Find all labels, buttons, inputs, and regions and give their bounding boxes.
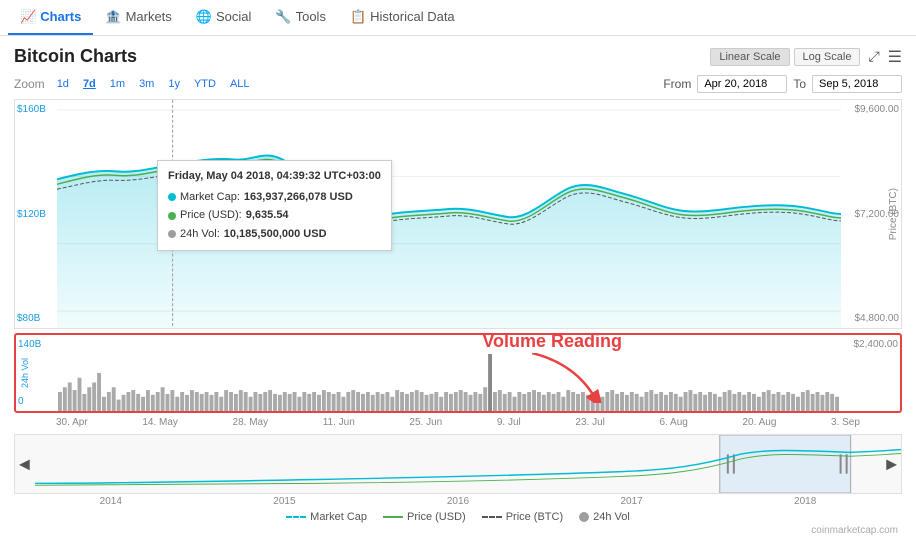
expand-icon[interactable]: ⤢ bbox=[868, 48, 879, 65]
to-date-input[interactable] bbox=[812, 75, 902, 93]
zoom-7d[interactable]: 7d bbox=[77, 76, 102, 92]
to-label: To bbox=[793, 77, 806, 91]
mini-chart[interactable]: ◀ ▶ bbox=[14, 434, 902, 494]
mini-xaxis-2018: 2018 bbox=[794, 496, 816, 507]
legend-price-usd-label: Price (USD) bbox=[407, 511, 466, 523]
vol-canvas bbox=[58, 335, 840, 411]
credit: coinmarketcap.com bbox=[14, 525, 902, 536]
tooltip-title: Friday, May 04 2018, 04:39:32 UTC+03:00 bbox=[168, 167, 381, 186]
mini-xaxis-2014: 2014 bbox=[100, 496, 122, 507]
vol-label: 24h Vol bbox=[20, 358, 30, 388]
legend-price-btc-label: Price (BTC) bbox=[506, 511, 563, 523]
page-title: Bitcoin Charts bbox=[14, 46, 137, 67]
xaxis-8: 20. Aug bbox=[742, 417, 776, 428]
xaxis-4: 25. Jun bbox=[409, 417, 442, 428]
zoom-controls: Zoom 1d 7d 1m 3m 1y YTD ALL bbox=[14, 76, 256, 92]
tooltip-market-cap-value: 163,937,266,078 USD bbox=[244, 188, 353, 207]
yaxis-left-mid: $120B bbox=[17, 209, 55, 220]
log-scale-button[interactable]: Log Scale bbox=[794, 48, 861, 66]
yaxis-left: $160B $120B $80B bbox=[15, 100, 57, 328]
scale-controls: Linear Scale Log Scale ⤢ ☰ bbox=[710, 47, 902, 67]
legend-price-btc-line bbox=[482, 516, 502, 518]
tooltip-vol-value: 10,185,500,000 USD bbox=[224, 225, 327, 244]
markets-icon: 🏦 bbox=[105, 9, 121, 25]
from-date-input[interactable] bbox=[697, 75, 787, 93]
zoom-row: Zoom 1d 7d 1m 3m 1y YTD ALL From To bbox=[14, 75, 902, 93]
yaxis-left-top: $160B bbox=[17, 104, 55, 115]
vol-label-container: 24h Vol bbox=[18, 335, 32, 411]
historical-icon: 📋 bbox=[350, 9, 366, 25]
legend-price-btc: Price (BTC) bbox=[482, 511, 563, 523]
vol-yaxis-right-val: $2,400.00 bbox=[842, 339, 898, 350]
xaxis-9: 3. Sep bbox=[831, 417, 860, 428]
legend-vol-dot bbox=[579, 512, 589, 522]
social-icon: 🌐 bbox=[196, 9, 212, 25]
linear-scale-button[interactable]: Linear Scale bbox=[710, 48, 789, 66]
xaxis-6: 23. Jul bbox=[575, 417, 604, 428]
legend-price-usd-line bbox=[383, 516, 403, 518]
zoom-label: Zoom bbox=[14, 77, 45, 91]
xaxis-3: 11. Jun bbox=[323, 417, 355, 428]
mini-xaxis-2015: 2015 bbox=[273, 496, 295, 507]
xaxis-7: 6. Aug bbox=[659, 417, 687, 428]
price-btc-label: Price (BTC) bbox=[888, 188, 899, 240]
header-row: Bitcoin Charts Linear Scale Log Scale ⤢ … bbox=[14, 46, 902, 67]
legend-market-cap: Market Cap bbox=[286, 511, 367, 523]
mini-xaxis-2017: 2017 bbox=[620, 496, 642, 507]
volume-svg bbox=[58, 335, 840, 411]
legend: Market Cap Price (USD) Price (BTC) 24h V… bbox=[14, 507, 902, 525]
tooltip-vol-label: 24h Vol: bbox=[180, 225, 220, 244]
legend-market-cap-line bbox=[286, 516, 306, 518]
tooltip-vol: 24h Vol: 10,185,500,000 USD bbox=[168, 225, 381, 244]
zoom-1m[interactable]: 1m bbox=[104, 76, 131, 92]
chart-canvas: Friday, May 04 2018, 04:39:32 UTC+03:00 … bbox=[57, 100, 841, 328]
legend-24h-vol: 24h Vol bbox=[579, 511, 630, 523]
date-range: From To bbox=[663, 75, 902, 93]
zoom-3m[interactable]: 3m bbox=[133, 76, 160, 92]
nav-tools[interactable]: 🔧 Tools bbox=[263, 0, 338, 35]
vol-dot bbox=[168, 230, 176, 238]
main-chart: $160B $120B $80B $9,600.00 $7,200.00 $4,… bbox=[14, 99, 902, 329]
nav-charts[interactable]: 📈 Charts bbox=[8, 0, 93, 35]
mini-xaxis-2016: 2016 bbox=[447, 496, 469, 507]
nav-historical[interactable]: 📋 Historical Data bbox=[338, 0, 467, 35]
legend-market-cap-label: Market Cap bbox=[310, 511, 367, 523]
xaxis-0: 30. Apr bbox=[56, 417, 88, 428]
zoom-all[interactable]: ALL bbox=[224, 76, 256, 92]
mini-chart-svg bbox=[15, 435, 901, 493]
x-axis-labels: 30. Apr 14. May 28. May 11. Jun 25. Jun … bbox=[14, 415, 902, 428]
zoom-1y[interactable]: 1y bbox=[162, 76, 186, 92]
tooltip-price-label: Price (USD): bbox=[180, 206, 242, 225]
yaxis-left-bot: $80B bbox=[17, 313, 55, 324]
menu-icon[interactable]: ☰ bbox=[888, 47, 902, 67]
from-label: From bbox=[663, 77, 691, 91]
top-nav: 📈 Charts 🏦 Markets 🌐 Social 🔧 Tools 📋 Hi… bbox=[0, 0, 916, 36]
tooltip-price-usd: Price (USD): 9,635.54 bbox=[168, 206, 381, 225]
legend-vol-label: 24h Vol bbox=[593, 511, 630, 523]
volume-chart: 140B 0 $2,400.00 24h Vol bbox=[14, 333, 902, 413]
price-usd-dot bbox=[168, 212, 176, 220]
nav-social[interactable]: 🌐 Social bbox=[184, 0, 264, 35]
xaxis-1: 14. May bbox=[142, 417, 178, 428]
xaxis-5: 9. Jul bbox=[497, 417, 521, 428]
tooltip-market-cap-label: Market Cap: bbox=[180, 188, 240, 207]
tooltip-price-value: 9,635.54 bbox=[246, 206, 289, 225]
main-content: Bitcoin Charts Linear Scale Log Scale ⤢ … bbox=[0, 36, 916, 536]
market-cap-dot bbox=[168, 193, 176, 201]
chart-tooltip: Friday, May 04 2018, 04:39:32 UTC+03:00 … bbox=[157, 160, 392, 251]
xaxis-2: 28. May bbox=[233, 417, 269, 428]
volume-section: Volume Reading 140B 0 $2,400.00 bbox=[14, 333, 902, 413]
charts-icon: 📈 bbox=[20, 9, 36, 25]
mini-nav-section: ◀ ▶ 2014 2015 2016 2017 bbox=[14, 434, 902, 507]
legend-price-usd: Price (USD) bbox=[383, 511, 466, 523]
nav-markets[interactable]: 🏦 Markets bbox=[93, 0, 183, 35]
zoom-ytd[interactable]: YTD bbox=[188, 76, 222, 92]
tooltip-market-cap: Market Cap: 163,937,266,078 USD bbox=[168, 188, 381, 207]
vol-yaxis-right: $2,400.00 bbox=[840, 335, 900, 411]
zoom-1d[interactable]: 1d bbox=[51, 76, 75, 92]
tools-icon: 🔧 bbox=[275, 9, 291, 25]
mini-xaxis: 2014 2015 2016 2017 2018 bbox=[14, 496, 902, 507]
